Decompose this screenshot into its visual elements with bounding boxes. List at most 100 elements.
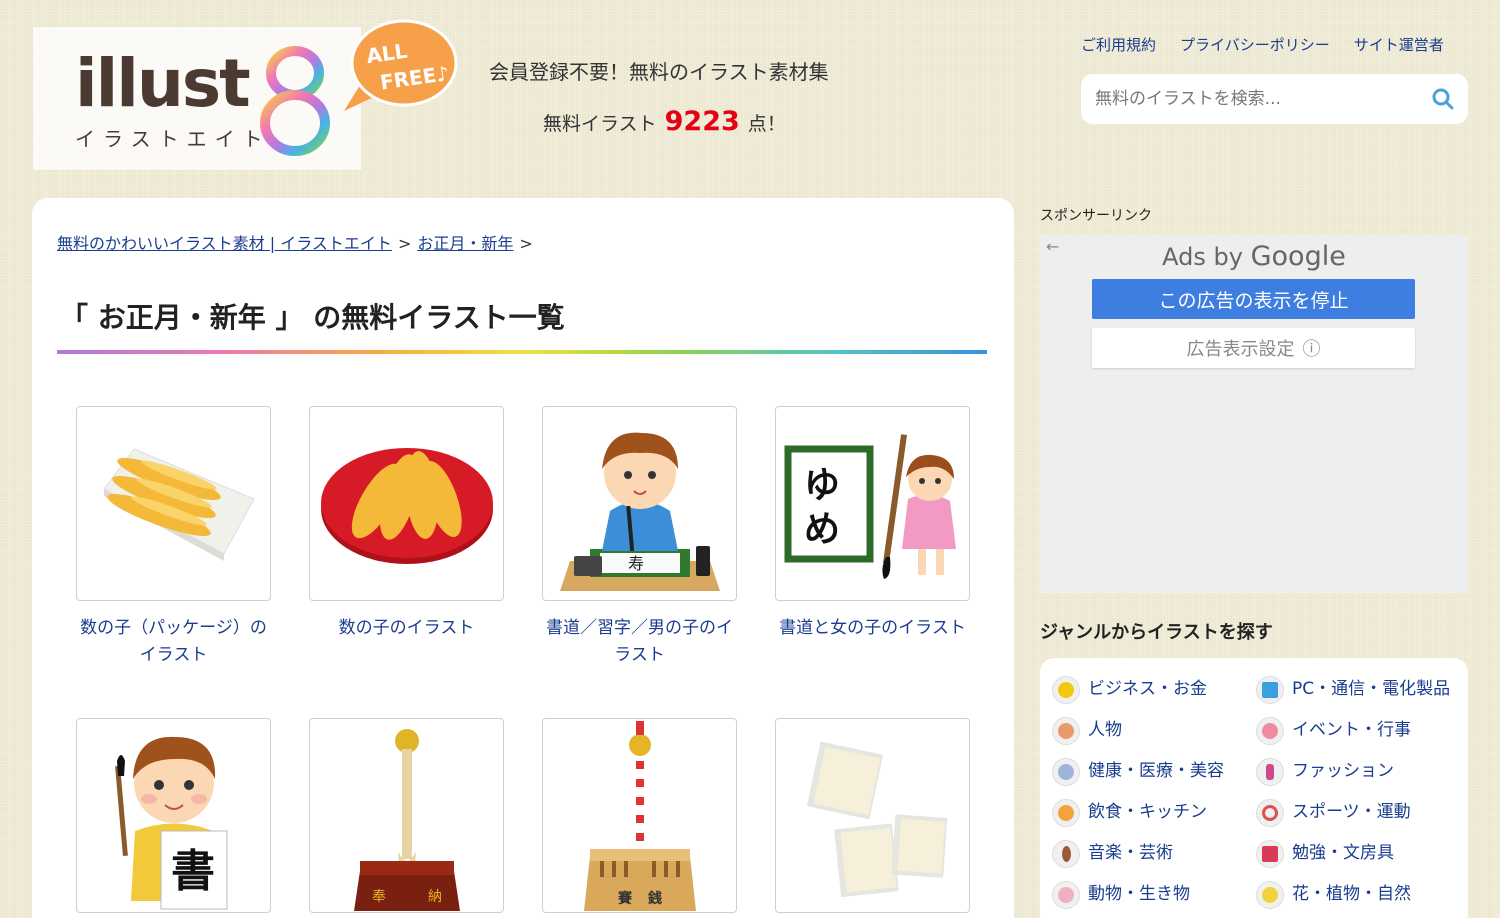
kazunoko-package-icon <box>102 447 255 561</box>
privacy-policy-link[interactable]: プライバシーポリシー <box>1180 34 1330 55</box>
genre-item-business[interactable]: ビジネス・お金 <box>1052 676 1252 704</box>
offering-box-bell-icon: 賽 銭 <box>583 720 696 911</box>
illustration-thumbnail[interactable]: 書 <box>76 718 271 913</box>
genre-color-dot <box>1061 846 1071 862</box>
genre-item-events[interactable]: イベント・行事 <box>1256 717 1456 745</box>
search-icon[interactable] <box>1432 88 1454 110</box>
logo-eight-icon <box>260 46 330 156</box>
google-wordmark: Google <box>1250 241 1346 272</box>
genre-label: 音楽・芸術 <box>1088 843 1173 863</box>
breadcrumb-separator: > <box>519 234 533 253</box>
illustration-card[interactable]: 賽 銭 <box>542 718 737 918</box>
coin-icon <box>1052 676 1080 704</box>
illustration-card[interactable]: 奉 納 <box>309 718 504 918</box>
logo-wordmark: illust <box>75 45 251 122</box>
svg-text:納: 納 <box>428 889 442 905</box>
site-operator-link[interactable]: サイト運営者 <box>1354 34 1444 55</box>
page-title: 「 お正月・新年 」 の無料イラスト一覧 <box>60 301 565 334</box>
illustration-thumbnail[interactable]: 奉 納 <box>309 718 504 913</box>
people-icon <box>1052 717 1080 745</box>
svg-text:銭: 銭 <box>647 890 662 907</box>
genre-color-dot <box>1058 887 1074 903</box>
illustration-thumbnail[interactable]: 賽 銭 <box>542 718 737 913</box>
illustration-thumbnail[interactable] <box>775 718 970 913</box>
svg-text:寿: 寿 <box>628 554 644 573</box>
genre-label: ビジネス・お金 <box>1088 679 1207 699</box>
illustration-title[interactable]: 書道と女の子のイラスト <box>775 615 970 642</box>
nurse-icon <box>1052 758 1080 786</box>
genre-color-dot <box>1266 764 1274 780</box>
genre-item-music[interactable]: 音楽・芸術 <box>1052 840 1252 868</box>
genre-label: 動物・生き物 <box>1088 884 1190 904</box>
illustration-card[interactable] <box>775 718 970 918</box>
svg-text:賽: 賽 <box>617 890 633 907</box>
genre-label: スポーツ・運動 <box>1292 802 1411 822</box>
site-tagline: 会員登録不要！無料のイラスト素材集 <box>489 60 829 84</box>
calligraphy-girl-icon: ゆ め <box>784 433 956 579</box>
genre-label: 花・植物・自然 <box>1292 884 1411 904</box>
genre-item-study[interactable]: 勉強・文房具 <box>1256 840 1456 868</box>
svg-text:奉: 奉 <box>372 889 386 905</box>
illustration-title[interactable]: 書道／習字／男の子のイラスト <box>542 615 737 669</box>
genre-color-dot <box>1262 682 1278 698</box>
genre-color-dot <box>1058 682 1074 698</box>
genre-color-dot <box>1058 764 1074 780</box>
genre-item-sports[interactable]: スポーツ・運動 <box>1256 799 1456 827</box>
illustration-title[interactable]: 数の子のイラスト <box>309 615 504 642</box>
count-value: 9223 <box>664 106 740 137</box>
genre-item-health[interactable]: 健康・医療・美容 <box>1052 758 1252 786</box>
genre-heading: ジャンルからイラストを探す <box>1040 622 1273 643</box>
genre-color-dot <box>1262 887 1278 903</box>
genre-item-food[interactable]: 飲食・キッチン <box>1052 799 1252 827</box>
svg-text:め: め <box>804 509 840 550</box>
genre-item-nature[interactable]: 花・植物・自然 <box>1256 881 1456 909</box>
main-content: 無料のかわいいイラスト素材 | イラストエイト > お正月・新年 > 「 お正月… <box>32 198 1014 918</box>
genre-color-dot <box>1262 846 1278 862</box>
stop-ad-button[interactable]: この広告の表示を停止 <box>1092 279 1415 319</box>
genre-color-dot <box>1058 723 1074 739</box>
all-free-bubble-icon: ALL FREE♪ <box>344 19 458 111</box>
count-prefix: 無料イラスト <box>543 113 657 135</box>
kazunoko-plate-icon <box>320 447 493 564</box>
breadcrumb-home-link[interactable]: 無料のかわいいイラスト素材 | イラストエイト <box>57 230 392 254</box>
illustration-count: 無料イラスト 9223 点！ <box>543 106 786 137</box>
pencil-cup-icon <box>1256 840 1284 868</box>
genre-color-dot <box>1262 723 1278 739</box>
breadcrumb-category-link[interactable]: お正月・新年 <box>417 230 513 254</box>
sponsor-label: スポンサーリンク <box>1040 208 1152 224</box>
ad-settings-button[interactable]: 広告表示設定 ⓘ <box>1092 328 1415 368</box>
count-suffix: 点！ <box>747 113 786 135</box>
illustration-title[interactable]: 数の子（パッケージ）のイラスト <box>76 615 271 669</box>
site-logo[interactable]: illust イラストエイト <box>33 27 361 170</box>
illustration-card[interactable]: 書 <box>76 718 271 918</box>
genre-label: 飲食・キッチン <box>1088 802 1207 822</box>
search-input[interactable] <box>1095 89 1432 109</box>
lipstick-icon <box>1256 758 1284 786</box>
genre-item-people[interactable]: 人物 <box>1052 717 1252 745</box>
genre-label: 人物 <box>1088 720 1122 740</box>
breadcrumb-separator: > <box>397 234 412 253</box>
pudding-icon <box>1052 799 1080 827</box>
illustration-card[interactable]: 寿 書道／習字／男の子のイラスト <box>542 406 737 669</box>
illustration-thumbnail[interactable]: 寿 <box>542 406 737 601</box>
ad-settings-label: 広告表示設定 <box>1186 339 1295 360</box>
genre-label: 勉強・文房具 <box>1292 843 1394 863</box>
ad-panel: ← Ads by Google この広告の表示を停止 広告表示設定 ⓘ <box>1040 235 1468 593</box>
genre-item-pc[interactable]: PC・通信・電化製品 <box>1256 676 1456 704</box>
svg-text:ゆ: ゆ <box>804 465 840 506</box>
terms-link[interactable]: ご利用規約 <box>1081 34 1156 55</box>
illustration-thumbnail[interactable] <box>309 406 504 601</box>
illustration-card[interactable]: ゆ め 書道と女の子のイラスト <box>775 406 970 642</box>
illustration-card[interactable]: 数の子（パッケージ）のイラスト <box>76 406 271 669</box>
monitor-icon <box>1256 676 1284 704</box>
illustration-card[interactable]: 数の子のイラスト <box>309 406 504 642</box>
sunflower-icon <box>1256 881 1284 909</box>
title-rainbow-divider <box>57 350 987 354</box>
illustration-thumbnail[interactable] <box>76 406 271 601</box>
flower-event-icon <box>1256 717 1284 745</box>
genre-item-animals[interactable]: 動物・生き物 <box>1052 881 1252 909</box>
header-links: ご利用規約 プライバシーポリシー サイト運営者 <box>1081 34 1444 55</box>
genre-item-fashion[interactable]: ファッション <box>1256 758 1456 786</box>
illustration-thumbnail[interactable]: ゆ め <box>775 406 970 601</box>
calligraphy-boy-icon: 寿 <box>559 432 720 591</box>
